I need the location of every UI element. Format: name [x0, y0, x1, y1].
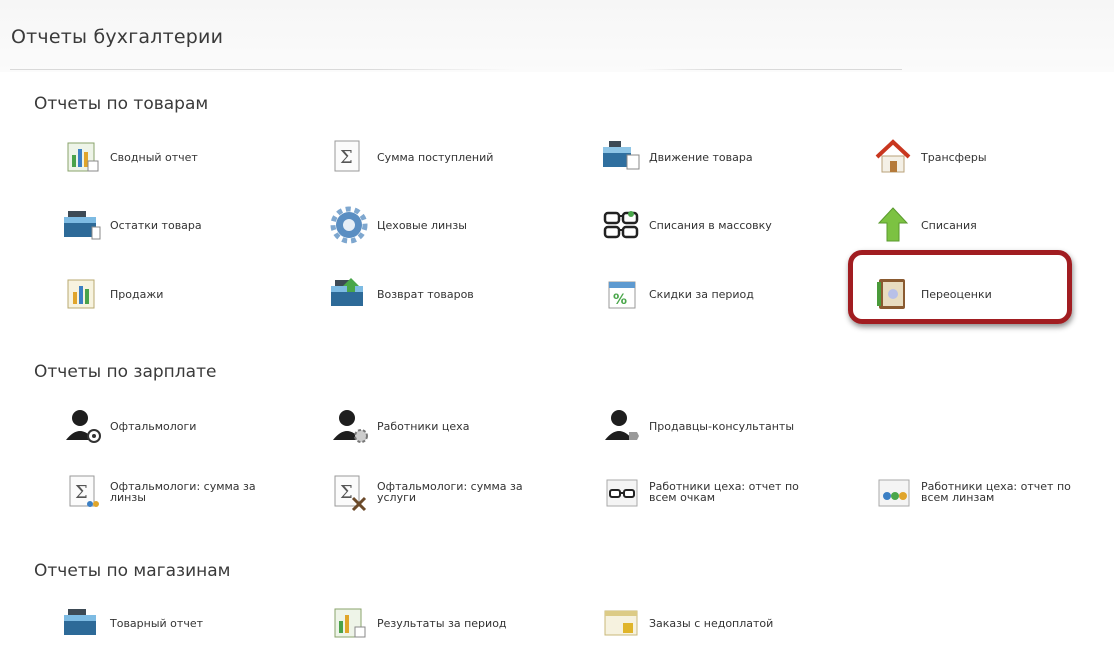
- highlight-frame: [848, 250, 1072, 324]
- lenses-box-icon: [873, 472, 915, 512]
- report-link-goods-report[interactable]: Товарный отчет: [62, 603, 203, 643]
- report-link-receipts-sum[interactable]: Σ Сумма поступлений: [329, 137, 493, 177]
- report-link-bulk-writeoff[interactable]: Списания в массовку: [601, 205, 772, 245]
- goods-return-icon: [329, 274, 371, 314]
- report-link-staff-glasses[interactable]: Работники цеха: отчет по всем очкам: [601, 472, 829, 512]
- house-icon: [873, 137, 915, 177]
- svg-text:Σ: Σ: [340, 147, 353, 168]
- period-results-icon: [329, 603, 371, 643]
- report-label: Офтальмологи: [110, 419, 197, 433]
- page-header: Отчеты бухгалтерии: [0, 0, 1114, 72]
- report-label: Результаты за период: [377, 616, 507, 630]
- report-link-stock[interactable]: Остатки товара: [62, 205, 202, 245]
- section-title-goods: Отчеты по товарам: [34, 94, 209, 114]
- gear-icon: [329, 205, 371, 245]
- user-gear-icon: [329, 406, 371, 446]
- report-label: Офтальмологи: сумма за линзы: [110, 480, 256, 504]
- report-link-writeoff[interactable]: Списания: [873, 205, 977, 245]
- report-link-goods-return[interactable]: Возврат товаров: [329, 274, 474, 314]
- report-label: Продавцы-консультанты: [649, 419, 795, 433]
- section-title-stores: Отчеты по магазинам: [34, 561, 231, 581]
- report-label: Работники цеха: отчет по всем очкам: [649, 480, 799, 504]
- svg-text:%: %: [613, 292, 627, 308]
- report-link-workshop-staff[interactable]: Работники цеха: [329, 406, 469, 446]
- sigma-tools-icon: Σ: [329, 472, 371, 512]
- report-label: Работники цеха: [377, 419, 470, 433]
- report-link-goods-movement[interactable]: Движение товара: [601, 137, 753, 177]
- report-label: Товарный отчет: [110, 616, 203, 630]
- report-link-underpaid-orders[interactable]: Заказы с недоплатой: [601, 603, 773, 643]
- report-link-period-results[interactable]: Результаты за период: [329, 603, 507, 643]
- summary-report-icon: [62, 137, 104, 177]
- report-label: Цеховые линзы: [377, 218, 467, 232]
- section-title-salary: Отчеты по зарплате: [34, 362, 217, 382]
- glasses-icon: [601, 205, 643, 245]
- svg-text:Σ: Σ: [340, 482, 353, 503]
- up-arrow-icon: [873, 205, 915, 245]
- sales-chart-icon: [62, 274, 104, 314]
- user-tag-icon: [601, 406, 643, 446]
- page-title: Отчеты бухгалтерии: [11, 26, 224, 48]
- stock-box-icon: [62, 603, 104, 643]
- report-link-summary[interactable]: Сводный отчет: [62, 137, 198, 177]
- report-link-ophthalmologists[interactable]: Офтальмологи: [62, 406, 196, 446]
- report-label: Работники цеха: отчет по всем линзам: [921, 480, 1071, 504]
- report-link-ophth-lenses-sum[interactable]: Σ Офтальмологи: сумма за линзы: [62, 472, 290, 512]
- glasses-box-icon: [601, 472, 643, 512]
- report-label: Офтальмологи: сумма за услуги: [377, 480, 523, 504]
- report-link-sales-consultants[interactable]: Продавцы-консультанты: [601, 406, 794, 446]
- underpaid-orders-icon: [601, 603, 643, 643]
- stock-box-icon: [62, 205, 104, 245]
- report-label: Сумма поступлений: [377, 150, 494, 164]
- report-label: Движение товара: [649, 150, 753, 164]
- sigma-lenses-icon: Σ: [62, 472, 104, 512]
- report-label: Скидки за период: [649, 287, 754, 301]
- report-link-ophth-services-sum[interactable]: Σ Офтальмологи: сумма за услуги: [329, 472, 557, 512]
- report-label: Списания в массовку: [649, 218, 772, 232]
- report-link-discounts[interactable]: % Скидки за период: [601, 274, 754, 314]
- header-divider: [640, 69, 902, 70]
- report-label: Возврат товаров: [377, 287, 474, 301]
- report-link-transfers[interactable]: Трансферы: [873, 137, 987, 177]
- discount-calendar-icon: %: [601, 274, 643, 314]
- report-link-sales[interactable]: Продажи: [62, 274, 163, 314]
- header-divider: [10, 69, 515, 70]
- user-eye-icon: [62, 406, 104, 446]
- report-label: Продажи: [110, 287, 164, 301]
- report-label: Заказы с недоплатой: [649, 616, 774, 630]
- sigma-icon: Σ: [329, 137, 371, 177]
- report-label: Трансферы: [921, 150, 987, 164]
- report-link-staff-lenses[interactable]: Работники цеха: отчет по всем линзам: [873, 472, 1101, 512]
- svg-text:Σ: Σ: [75, 482, 88, 503]
- report-label: Сводный отчет: [110, 150, 198, 164]
- report-label: Остатки товара: [110, 218, 202, 232]
- report-label: Списания: [921, 218, 977, 232]
- goods-movement-icon: [601, 137, 643, 177]
- report-link-workshop-lenses[interactable]: Цеховые линзы: [329, 205, 467, 245]
